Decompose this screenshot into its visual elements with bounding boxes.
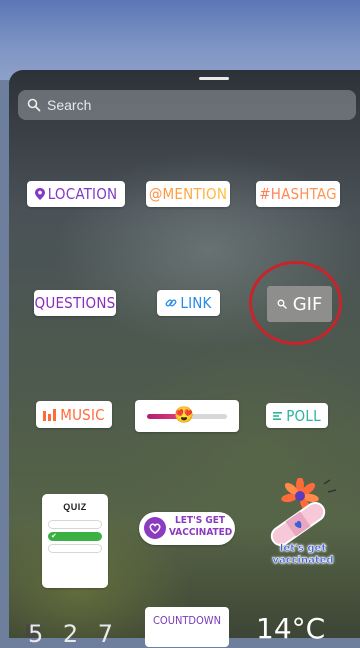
mention-label: @MENTION <box>148 185 228 203</box>
story-background <box>0 0 360 80</box>
quiz-label: QUIZ <box>63 502 87 512</box>
search-bar[interactable]: Search <box>18 90 356 120</box>
location-label: LOCATION <box>47 185 118 203</box>
time-sticker[interactable]: 5 2 7 <box>28 620 119 648</box>
poll-icon <box>273 411 283 420</box>
quiz-option <box>48 520 102 529</box>
music-bars-icon <box>43 408 57 421</box>
bandage-flower-icon <box>270 478 337 547</box>
questions-sticker[interactable]: QUESTIONS <box>34 290 116 316</box>
mention-sticker[interactable]: @MENTION <box>146 181 230 207</box>
hashtag-sticker[interactable]: #HASHTAG <box>256 181 340 207</box>
heart-eyes-emoji-icon: 😍 <box>174 407 194 424</box>
emoji-slider-sticker[interactable]: 😍 <box>135 400 239 432</box>
poll-sticker[interactable]: POLL <box>266 403 328 428</box>
highlight-circle <box>249 261 342 345</box>
lets-get-vaccinated-sticker[interactable]: LET'S GET VACCINATED <box>139 512 235 545</box>
quiz-option-correct: ✔ <box>48 532 102 541</box>
link-icon <box>165 299 177 307</box>
countdown-label: COUNTDOWN <box>153 614 221 627</box>
music-sticker[interactable]: MUSIC <box>36 401 112 428</box>
vaccinated-label: LET'S GET VACCINATED <box>169 515 233 539</box>
heart-icon <box>144 517 166 539</box>
drag-handle[interactable] <box>199 77 229 80</box>
countdown-sticker[interactable]: COUNTDOWN <box>145 607 229 647</box>
vaccinated2-line2: vaccinated <box>272 555 334 566</box>
search-input[interactable]: Search <box>47 97 91 113</box>
vaccinated2-line1: let's get <box>279 543 327 554</box>
location-sticker[interactable]: LOCATION <box>27 181 125 207</box>
vaccinated2-label: let's get vaccinated <box>258 543 348 567</box>
vaccinated-line2: VACCINATED <box>169 527 233 538</box>
music-label: MUSIC <box>60 405 105 424</box>
quiz-option <box>48 544 102 553</box>
poll-label: POLL <box>286 406 321 425</box>
link-label: LINK <box>180 294 212 312</box>
questions-label: QUESTIONS <box>34 294 116 312</box>
temperature-sticker[interactable]: 14°C <box>256 612 325 645</box>
search-icon <box>27 98 41 112</box>
check-icon: ✔ <box>51 533 57 540</box>
link-sticker[interactable]: LINK <box>157 290 220 316</box>
location-pin-icon <box>34 188 45 200</box>
hashtag-label: #HASHTAG <box>259 185 337 203</box>
quiz-sticker[interactable]: QUIZ ✔ <box>42 494 108 588</box>
vaccinated-bandage-sticker[interactable]: let's get vaccinated <box>258 478 348 576</box>
vaccinated-line1: LET'S GET <box>174 515 226 526</box>
